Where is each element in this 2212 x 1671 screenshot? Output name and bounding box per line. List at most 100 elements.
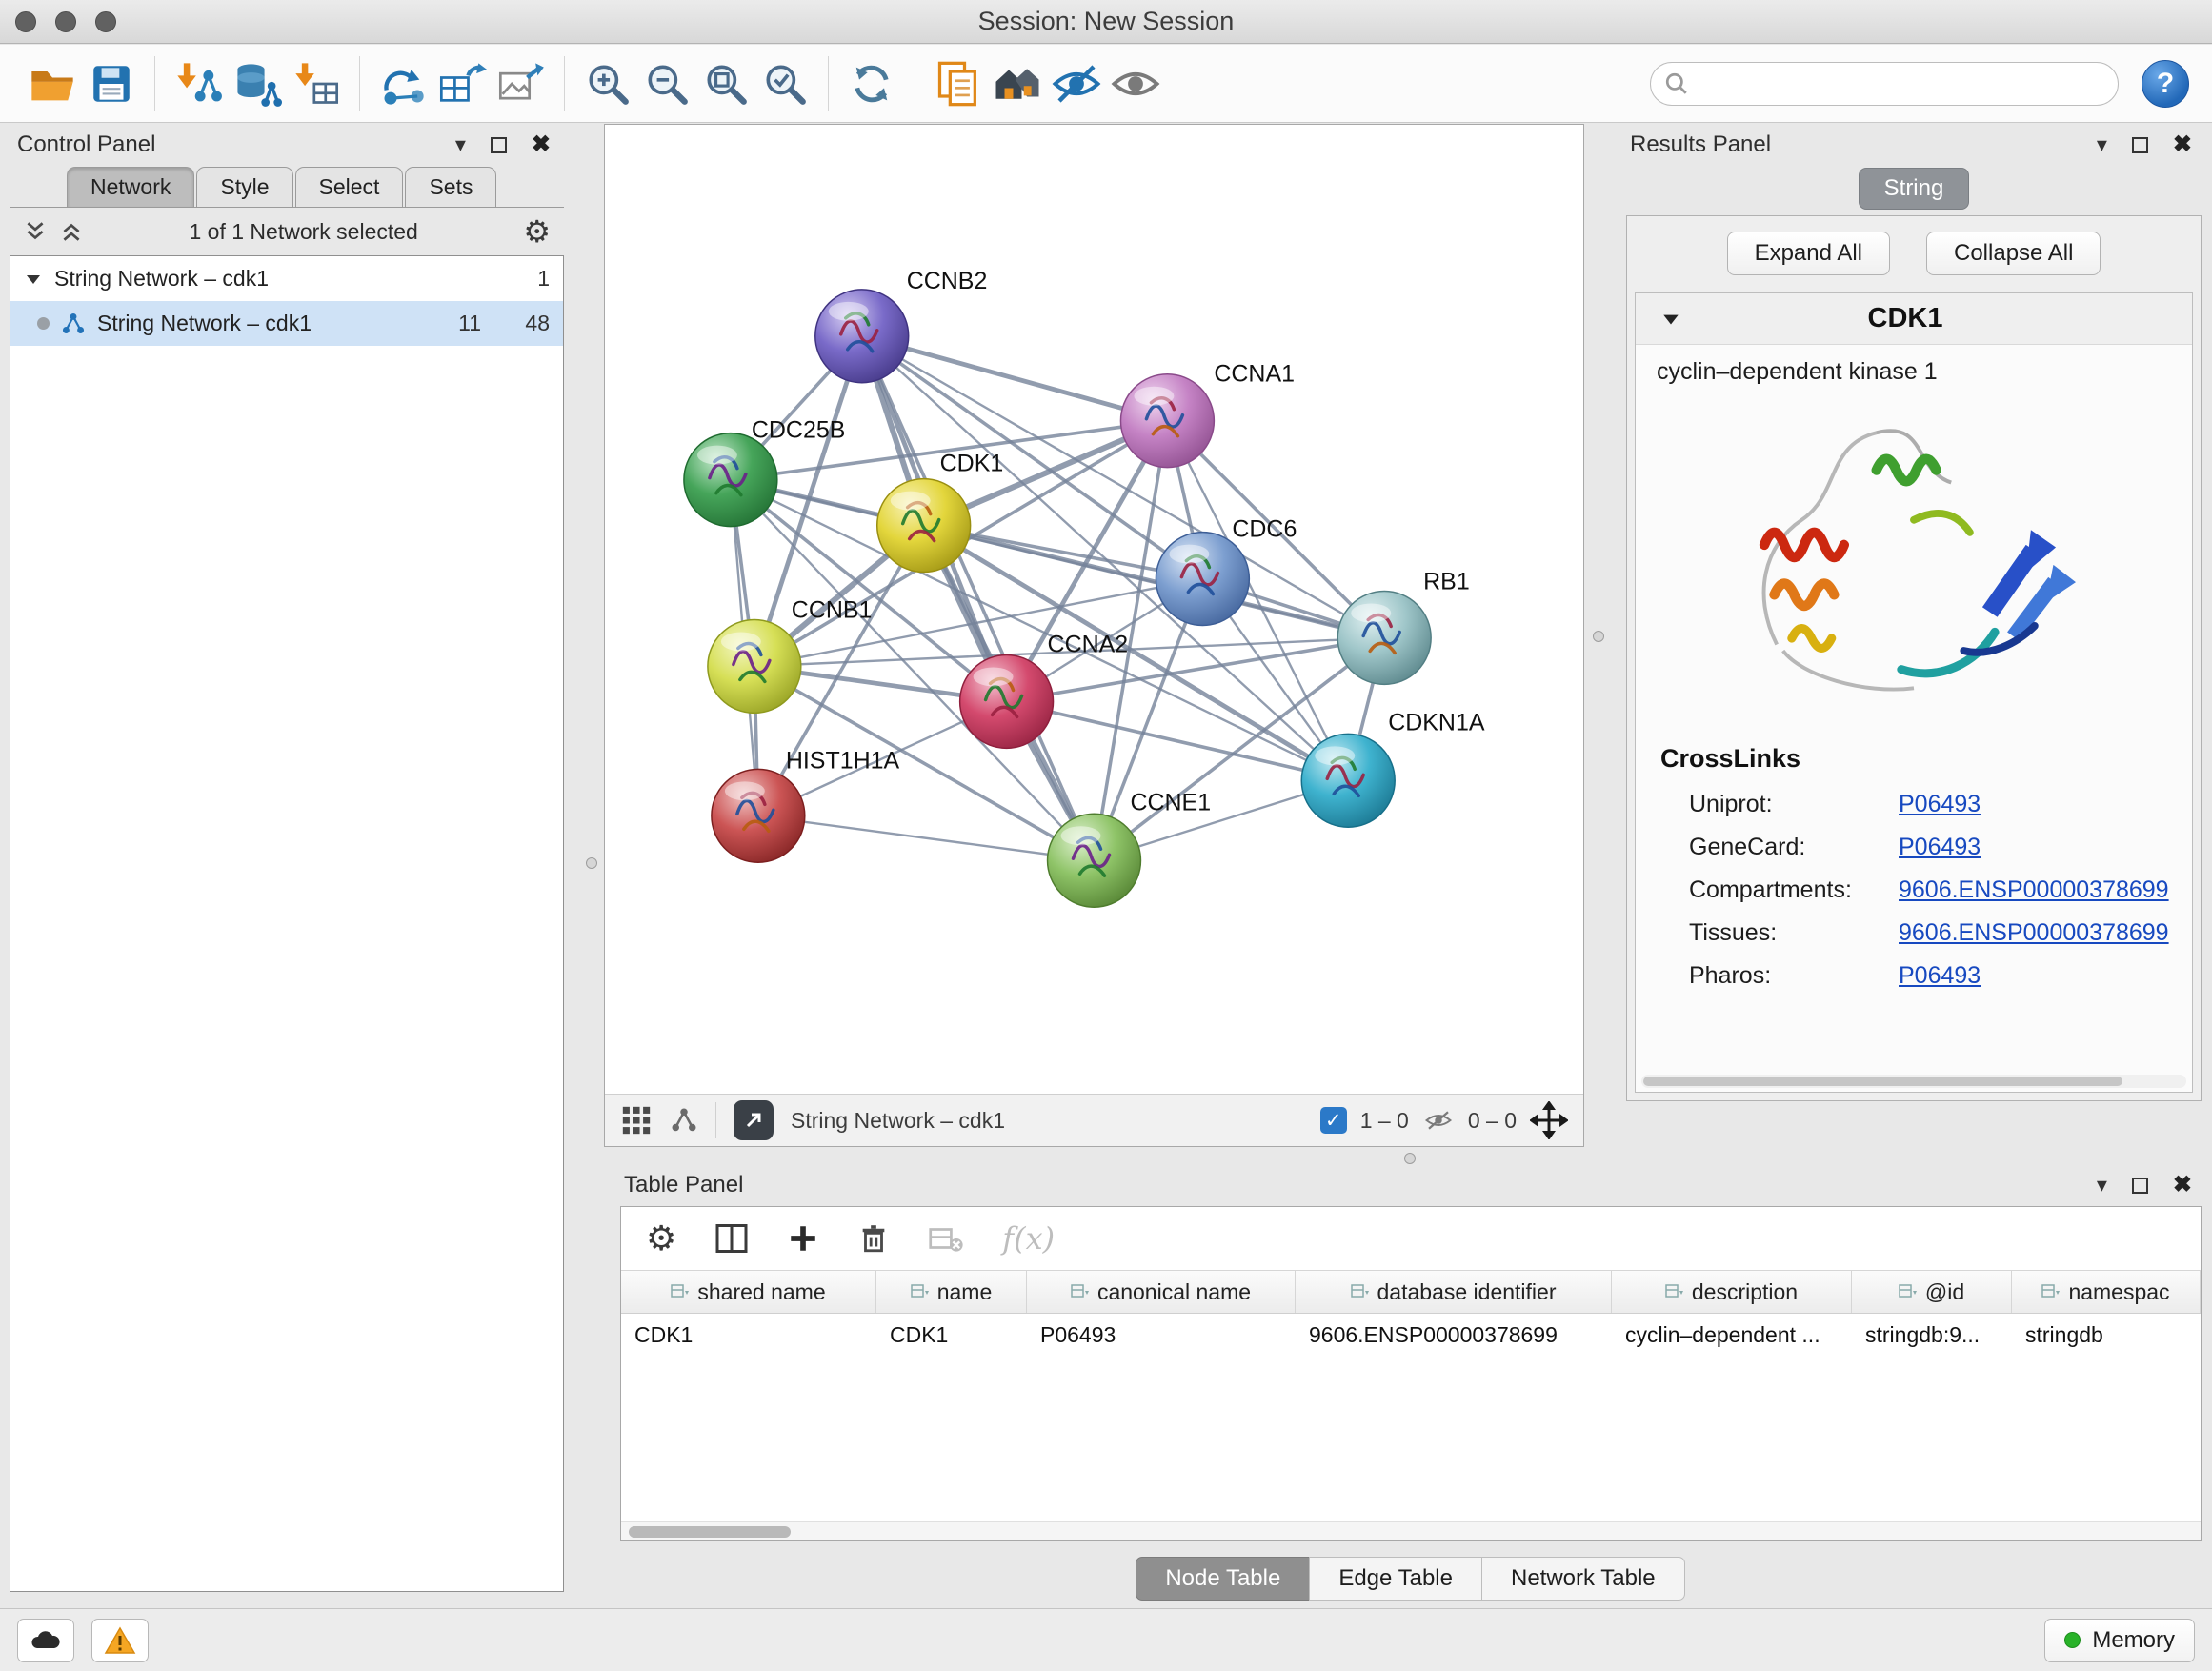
- network-node-cdc25b[interactable]: CDC25B: [684, 417, 845, 527]
- float-panel-icon[interactable]: ▾: [2097, 134, 2107, 155]
- memory-button[interactable]: Memory: [2044, 1619, 2195, 1662]
- table-cell[interactable]: CDK1: [876, 1314, 1027, 1356]
- maximize-panel-icon[interactable]: [2132, 137, 2148, 153]
- table-toolbar: ⚙ f(x): [621, 1207, 2201, 1270]
- gene-header-row[interactable]: CDK1: [1636, 293, 2192, 345]
- column-header[interactable]: name: [876, 1271, 1027, 1313]
- table-options-gear-icon[interactable]: ⚙: [646, 1221, 676, 1256]
- tab-edge-table[interactable]: Edge Table: [1309, 1557, 1482, 1601]
- expand-all-icon[interactable]: [59, 219, 84, 244]
- table-cell[interactable]: stringdb:9...: [1852, 1314, 2012, 1356]
- add-column-icon[interactable]: [787, 1222, 819, 1255]
- network-node-rb1[interactable]: RB1: [1337, 569, 1469, 685]
- network-row-selected[interactable]: String Network – cdk1 11 48: [10, 301, 563, 346]
- network-node-cdk1[interactable]: CDK1: [877, 451, 1004, 573]
- maximize-panel-icon[interactable]: [491, 137, 507, 153]
- view-share-icon[interactable]: [670, 1106, 698, 1135]
- home-networks-button[interactable]: [988, 54, 1047, 113]
- show-annotations-button[interactable]: [1106, 54, 1165, 113]
- control-panel-title: Control Panel: [17, 131, 155, 158]
- refresh-button[interactable]: [842, 54, 901, 113]
- search-input[interactable]: [1699, 70, 2104, 97]
- network-canvas[interactable]: CCNB2CCNA1CDC25BCDK1CDC6RB1CCNB1CCNA2CDK…: [605, 125, 1583, 1094]
- import-network-file-button[interactable]: [169, 54, 228, 113]
- crosslink-link[interactable]: 9606.ENSP00000378699: [1899, 876, 2169, 904]
- network-from-table-button[interactable]: [432, 54, 492, 113]
- network-collection-row[interactable]: String Network – cdk1 1: [10, 256, 563, 301]
- string-tab-badge[interactable]: String: [1859, 168, 1970, 210]
- column-header[interactable]: namespac: [2012, 1271, 2201, 1313]
- collapse-all-icon[interactable]: [23, 219, 48, 244]
- network-edge[interactable]: [758, 815, 1095, 860]
- network-edge[interactable]: [862, 336, 1095, 860]
- column-header[interactable]: @id: [1852, 1271, 2012, 1313]
- warnings-button[interactable]: [91, 1619, 149, 1662]
- tab-node-table[interactable]: Node Table: [1136, 1557, 1310, 1601]
- results-horizontal-scrollbar[interactable]: [1641, 1075, 2186, 1088]
- tab-sets[interactable]: Sets: [405, 167, 496, 207]
- column-header[interactable]: description: [1612, 1271, 1852, 1313]
- close-panel-icon[interactable]: ✖: [2173, 133, 2192, 156]
- delete-column-trash-icon[interactable]: [857, 1222, 890, 1255]
- open-in-window-button[interactable]: [734, 1100, 774, 1140]
- tab-style[interactable]: Style: [196, 167, 292, 207]
- toolbar-search[interactable]: [1650, 62, 2119, 106]
- column-header[interactable]: shared name: [621, 1271, 876, 1313]
- import-network-database-button[interactable]: [228, 54, 287, 113]
- network-node-ccnb1[interactable]: CCNB1: [708, 596, 873, 713]
- export-image-button[interactable]: [492, 54, 551, 113]
- zoom-out-button[interactable]: [637, 54, 696, 113]
- crosslink-link[interactable]: P06493: [1899, 791, 1981, 818]
- close-panel-icon[interactable]: ✖: [2173, 1174, 2192, 1197]
- crosslink-link[interactable]: 9606.ENSP00000378699: [1899, 919, 2169, 947]
- zoom-selected-button[interactable]: [755, 54, 814, 113]
- save-session-button[interactable]: [82, 54, 141, 113]
- table-cell[interactable]: 9606.ENSP00000378699: [1296, 1314, 1612, 1356]
- collapse-triangle-icon[interactable]: [24, 270, 43, 289]
- splitter-handle[interactable]: [586, 857, 597, 869]
- table-cell[interactable]: CDK1: [621, 1314, 876, 1356]
- cloud-button[interactable]: [17, 1619, 74, 1662]
- float-panel-icon[interactable]: ▾: [2097, 1175, 2107, 1196]
- network-node-cdkn1a[interactable]: CDKN1A: [1301, 709, 1485, 827]
- import-table-button[interactable]: [287, 54, 346, 113]
- pan-move-icon[interactable]: [1530, 1101, 1568, 1139]
- network-node-hist1h1a[interactable]: HIST1H1A: [712, 747, 900, 862]
- zoom-fit-button[interactable]: [696, 54, 755, 113]
- zoom-in-button[interactable]: [578, 54, 637, 113]
- tab-network-table[interactable]: Network Table: [1481, 1557, 1685, 1601]
- table-cell[interactable]: cyclin–dependent ...: [1612, 1314, 1852, 1356]
- column-header[interactable]: canonical name: [1027, 1271, 1296, 1313]
- hide-annotations-button[interactable]: [1047, 54, 1106, 113]
- tab-select[interactable]: Select: [295, 167, 404, 207]
- close-panel-icon[interactable]: ✖: [532, 133, 551, 156]
- zoom-window-button[interactable]: [95, 11, 116, 32]
- help-button[interactable]: ?: [2142, 60, 2189, 108]
- open-session-button[interactable]: [23, 54, 82, 113]
- table-cell[interactable]: P06493: [1027, 1314, 1296, 1356]
- new-network-button[interactable]: [373, 54, 432, 113]
- minimize-window-button[interactable]: [55, 11, 76, 32]
- crosslink-link[interactable]: P06493: [1899, 834, 1981, 861]
- birdseye-grid-icon[interactable]: [620, 1104, 653, 1137]
- expand-all-button[interactable]: Expand All: [1727, 232, 1890, 275]
- crosslink-link[interactable]: P06493: [1899, 962, 1981, 990]
- float-panel-icon[interactable]: ▾: [455, 134, 466, 155]
- network-edge[interactable]: [1007, 701, 1349, 780]
- splitter-handle[interactable]: [1593, 631, 1604, 642]
- duplicate-document-button[interactable]: [929, 54, 988, 113]
- collapse-triangle-icon[interactable]: [1660, 309, 1681, 330]
- table-horizontal-scrollbar[interactable]: [621, 1521, 2201, 1540]
- selected-checkbox-icon[interactable]: ✓: [1320, 1107, 1347, 1134]
- table-row[interactable]: CDK1 CDK1 P06493 9606.ENSP00000378699 cy…: [621, 1314, 2201, 1356]
- column-header[interactable]: database identifier: [1296, 1271, 1612, 1313]
- maximize-panel-icon[interactable]: [2132, 1178, 2148, 1194]
- splitter-handle[interactable]: [1404, 1153, 1416, 1164]
- table-cell[interactable]: stringdb: [2012, 1314, 2201, 1356]
- network-node-ccna1[interactable]: CCNA1: [1120, 361, 1295, 468]
- collapse-all-button[interactable]: Collapse All: [1926, 232, 2101, 275]
- network-options-gear-icon[interactable]: ⚙: [523, 216, 551, 247]
- tab-network[interactable]: Network: [67, 167, 194, 207]
- show-columns-icon[interactable]: [714, 1221, 749, 1256]
- close-window-button[interactable]: [15, 11, 36, 32]
